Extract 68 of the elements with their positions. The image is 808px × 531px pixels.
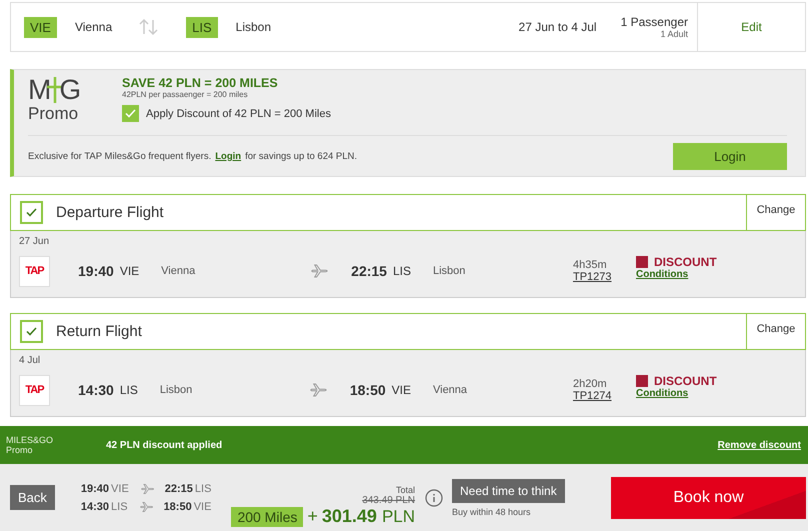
airport-code: VIE bbox=[120, 264, 140, 278]
logo-letter: G bbox=[59, 76, 82, 104]
city-name: Lisbon bbox=[432, 265, 466, 278]
airport-code: VIE bbox=[194, 500, 212, 513]
airport-code: LIS bbox=[120, 383, 138, 398]
change-button[interactable]: Change bbox=[746, 195, 805, 230]
change-button[interactable]: Change bbox=[746, 314, 805, 350]
login-link[interactable]: Login bbox=[215, 150, 242, 162]
passenger-count: 1 Passenger bbox=[620, 15, 688, 30]
promo-note: for savings up to 624 PLN. bbox=[245, 150, 358, 162]
departure-time: 19:40 bbox=[78, 263, 114, 280]
city-name: Lisbon bbox=[160, 384, 194, 396]
brand-name: MILES&GO bbox=[6, 435, 54, 446]
leg-time: 14:30 bbox=[80, 500, 110, 513]
departure-time: 14:30 bbox=[78, 382, 114, 398]
discount-message: 42 PLN discount applied bbox=[106, 440, 222, 451]
brand-caption: Promo bbox=[6, 445, 34, 456]
city-name: Vienna bbox=[74, 20, 112, 34]
airline-logo: TAP bbox=[19, 256, 50, 287]
plus-sign: + bbox=[307, 506, 318, 527]
airport-code: LIS bbox=[194, 482, 212, 495]
remove-discount-link[interactable]: Remove discount bbox=[718, 440, 801, 451]
city-name: Vienna bbox=[161, 265, 196, 278]
leg-time: 22:15 bbox=[164, 482, 193, 495]
duration: 2h20m bbox=[572, 378, 608, 390]
fare-label: DISCOUNT bbox=[654, 374, 717, 388]
promo-title: SAVE 42 PLN = 200 MILES bbox=[122, 76, 279, 90]
checkbox-label: Apply Discount of 42 PLN = 200 Miles bbox=[146, 108, 331, 120]
flight-number-link[interactable]: TP1274 bbox=[572, 390, 636, 402]
currency: PLN bbox=[382, 507, 416, 527]
airline-logo: TAP bbox=[19, 374, 50, 406]
conditions-link[interactable]: Conditions bbox=[636, 388, 717, 399]
flight-date: 27 Jun bbox=[19, 236, 50, 248]
flight-number-link[interactable]: TP1273 bbox=[572, 271, 636, 284]
flight-date: 4 Jul bbox=[19, 355, 40, 366]
airport-code: LIS bbox=[186, 16, 218, 38]
section-title: Return Flight bbox=[56, 323, 142, 340]
arrival-time: 22:15 bbox=[351, 263, 387, 280]
airport-code: VIE bbox=[111, 482, 129, 495]
fare-label: DISCOUNT bbox=[654, 254, 717, 269]
back-button[interactable]: Back bbox=[10, 485, 55, 510]
city-name: Vienna bbox=[432, 384, 468, 396]
total-label: Total bbox=[396, 485, 416, 495]
edit-button[interactable]: Edit bbox=[697, 3, 805, 52]
airport-code: LIS bbox=[111, 500, 128, 513]
airport-code: LIS bbox=[392, 264, 411, 278]
hold-note: Buy within 48 hours bbox=[452, 506, 532, 517]
logo-letter: M bbox=[28, 76, 52, 104]
passenger-detail: 1 Adult bbox=[660, 29, 688, 40]
logo-caption: Promo bbox=[28, 104, 80, 124]
old-price: 343.49 PLN bbox=[362, 495, 416, 506]
leg-time: 19:40 bbox=[80, 482, 110, 495]
leg-time: 18:50 bbox=[164, 500, 192, 513]
airport-code: VIE bbox=[392, 383, 411, 398]
travel-dates: 27 Jun to 4 Jul bbox=[518, 20, 597, 34]
city-name: Lisbon bbox=[236, 20, 272, 34]
promo-note: Exclusive for TAP Miles&Go frequent flyers. bbox=[28, 150, 212, 162]
promo-subtitle: 42PLN per passaenger = 200 miles bbox=[122, 90, 249, 100]
login-button[interactable]: Login bbox=[673, 142, 787, 170]
airport-code: VIE bbox=[24, 16, 57, 38]
need-time-button[interactable]: Need time to think bbox=[452, 478, 565, 503]
conditions-link[interactable]: Conditions bbox=[636, 268, 717, 280]
price: 301.49 bbox=[322, 506, 377, 527]
miles-badge: 200 Miles bbox=[231, 507, 304, 527]
book-now-button[interactable]: Book now bbox=[611, 476, 806, 519]
arrival-time: 18:50 bbox=[350, 382, 386, 398]
section-title: Departure Flight bbox=[56, 204, 164, 222]
duration: 4h35m bbox=[572, 259, 608, 272]
